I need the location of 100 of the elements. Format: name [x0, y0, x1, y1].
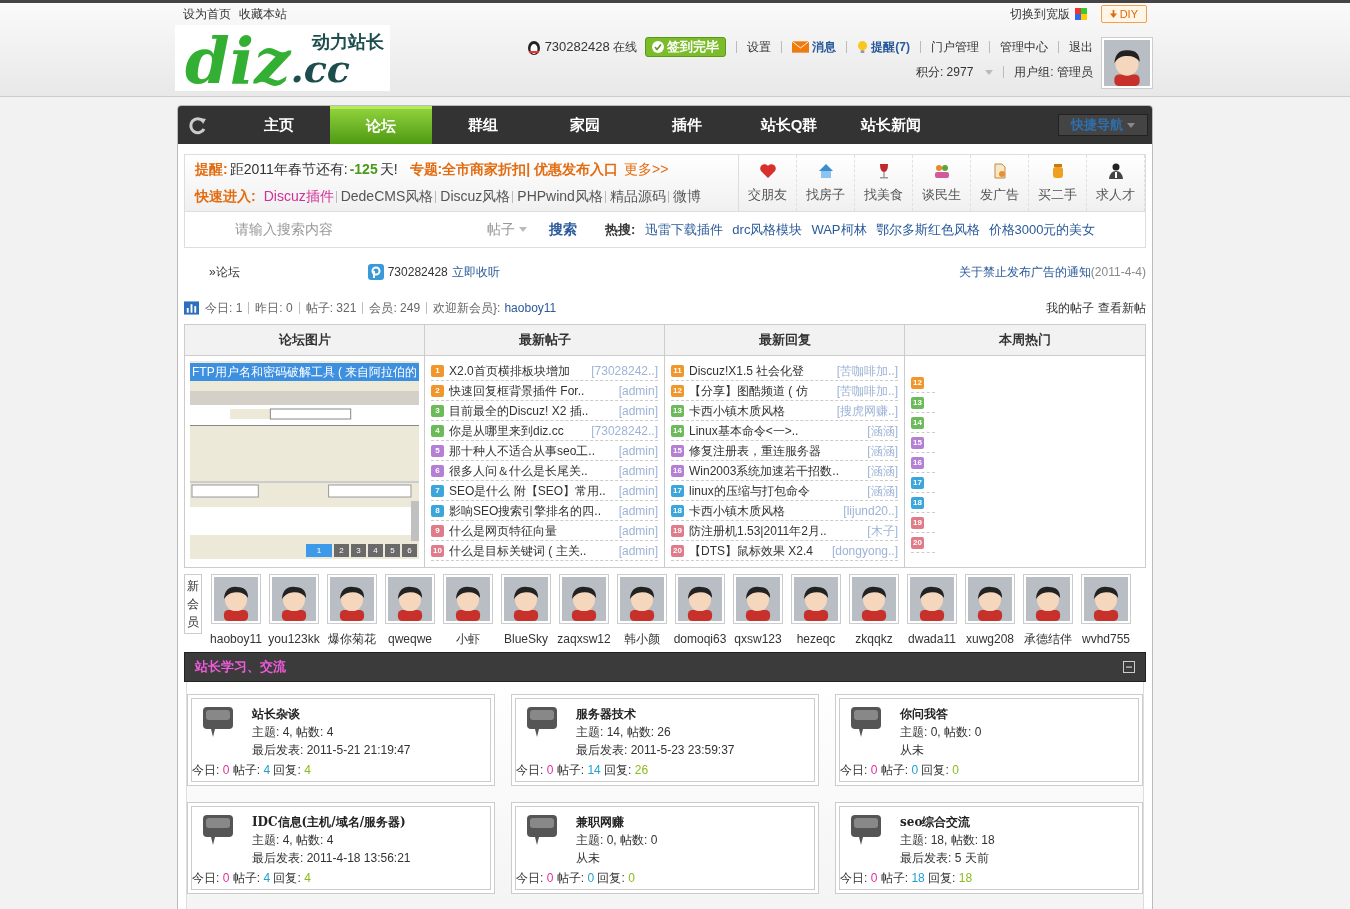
- my-posts-link[interactable]: 我的帖子: [1046, 299, 1094, 317]
- forum-title[interactable]: 服务器技术: [576, 705, 735, 723]
- quick-link[interactable]: DedeCMS风格: [340, 186, 434, 207]
- forum-counts: 主题: 4, 帖数: 4: [252, 832, 335, 849]
- post-link[interactable]: 修复注册表，重连服务器: [689, 441, 863, 460]
- member-link[interactable]: 承德结伴: [1024, 630, 1072, 648]
- post-link[interactable]: SEO是什么 附【SEO】常用..: [449, 481, 614, 500]
- replies-count: 18: [958, 871, 973, 885]
- announcement-link[interactable]: 关于禁止发布广告的通知: [958, 263, 1091, 281]
- hot-search-link[interactable]: drc风格模块: [732, 219, 803, 240]
- refresh-icon[interactable]: [188, 115, 208, 135]
- post-link[interactable]: 那十种人不适合从事seo工..: [449, 441, 614, 460]
- post-link[interactable]: 卡西小镇木质风格: [689, 501, 839, 520]
- member-link[interactable]: dwada11: [908, 630, 956, 648]
- post-link[interactable]: 【DTS】鼠标效果 X2.4: [689, 541, 827, 560]
- shortcut-link[interactable]: 交朋友: [739, 155, 797, 211]
- rank-badge: 20: [671, 544, 684, 557]
- shortcut-link[interactable]: 谈民生: [913, 155, 971, 211]
- member-link[interactable]: you123kk: [268, 630, 320, 648]
- post-link[interactable]: 什么是目标关键词 ( 主关..: [449, 541, 614, 560]
- member-link[interactable]: 韩小颜: [624, 630, 660, 648]
- post-link[interactable]: 防注册机1.53|2011年2月..: [689, 521, 863, 540]
- hot-search-link[interactable]: 迅雷下载插件: [645, 219, 724, 240]
- member-link[interactable]: BlueSky: [504, 630, 548, 648]
- member-link[interactable]: zkqqkz: [855, 630, 893, 648]
- nav-tab[interactable]: 插件: [636, 106, 738, 144]
- member-link[interactable]: xuwg208: [965, 630, 1014, 648]
- nav-tab[interactable]: 站长Q群: [738, 106, 840, 144]
- slide-page-button[interactable]: 5: [385, 544, 400, 557]
- shortcut-link[interactable]: 找美食: [855, 155, 913, 211]
- nav-tab[interactable]: 家园: [534, 106, 636, 144]
- member-link[interactable]: qxsw123: [734, 630, 782, 648]
- quick-link[interactable]: PHPwind风格: [517, 186, 603, 207]
- quick-link[interactable]: 精品源码: [609, 186, 666, 207]
- nav-tab[interactable]: 站长新闻: [840, 106, 942, 144]
- member-link[interactable]: qweqwe: [388, 630, 432, 648]
- member-link[interactable]: zaqxsw12: [557, 630, 611, 648]
- post-link[interactable]: Discuz!X1.5 社会化登: [689, 361, 832, 380]
- credits-text[interactable]: 积分: 2977: [915, 63, 974, 81]
- member-link[interactable]: 小虾: [456, 630, 480, 648]
- post-link[interactable]: 【分享】图酷频道 ( 仿: [689, 381, 832, 400]
- quick-link[interactable]: 微博: [672, 186, 701, 207]
- forum-title[interactable]: 兼职网赚: [576, 813, 658, 831]
- forum-title[interactable]: 你问我答: [900, 705, 982, 723]
- post-link[interactable]: Linux基本命令<一>..: [689, 421, 863, 440]
- post-link[interactable]: 快速回复框背景插件 For..: [449, 381, 614, 400]
- header-link[interactable]: 门户管理: [931, 38, 979, 56]
- header-link[interactable]: 设置: [747, 38, 772, 56]
- quick-link[interactable]: Discuz插件: [263, 186, 334, 207]
- post-link[interactable]: 卡西小镇木质风格: [689, 401, 832, 420]
- search-field[interactable]: 请输入搜索内容: [235, 219, 475, 240]
- wide-switch-link[interactable]: 切换到宽版: [1009, 5, 1070, 23]
- rank-badge: 17: [911, 476, 924, 489]
- nav-tab[interactable]: 群组: [432, 106, 534, 144]
- header-link[interactable]: 退出: [1069, 38, 1093, 56]
- slide-page-button[interactable]: 2: [334, 544, 349, 557]
- shortcut-link[interactable]: 发广告: [971, 155, 1029, 211]
- member-link[interactable]: wvhd755: [1081, 630, 1130, 648]
- shortcut-link[interactable]: 买二手: [1029, 155, 1087, 211]
- post-link[interactable]: 目前最全的Discuz! X2 插..: [449, 401, 614, 420]
- forum-title[interactable]: seo综合交流: [900, 813, 995, 831]
- top-link[interactable]: 设为首页: [183, 5, 231, 23]
- post-link[interactable]: 很多人问＆什么是长尾关..: [449, 461, 614, 480]
- rank-badge: 12: [671, 384, 684, 397]
- post-link[interactable]: Win2003系统加速若干招数..: [689, 461, 863, 480]
- shortcut-link[interactable]: 求人才: [1087, 155, 1145, 211]
- post-link[interactable]: 你是从哪里来到diz.cc: [449, 421, 587, 440]
- member-link[interactable]: domoqi63: [673, 630, 727, 648]
- nav-tab[interactable]: 主页: [228, 106, 330, 144]
- breadcrumb-link[interactable]: »论坛: [209, 263, 240, 281]
- top-link[interactable]: 收藏本站: [239, 5, 287, 23]
- quick-link[interactable]: Discuz风格: [440, 186, 511, 207]
- forum-title[interactable]: IDC信息(主机/域名/服务器): [252, 813, 411, 831]
- countdown-days: -125: [349, 159, 378, 180]
- member-link[interactable]: 爆你菊花: [328, 630, 376, 648]
- post-link[interactable]: linux的压缩与打包命令: [689, 481, 863, 500]
- member-link[interactable]: hezeqc: [796, 630, 836, 648]
- post-link[interactable]: 影响SEO搜索引擎排名的四..: [449, 501, 614, 520]
- header-link[interactable]: 提醒(7): [871, 38, 910, 56]
- post-link[interactable]: 什么是网页特征向量: [449, 521, 614, 540]
- forum-title[interactable]: 站长杂谈: [252, 705, 411, 723]
- hot-search-link[interactable]: 鄂尔多斯红色风格: [875, 219, 980, 240]
- today-count: 0: [870, 763, 878, 777]
- hot-search-link[interactable]: WAP柯林: [811, 219, 867, 240]
- slide-page-button[interactable]: 4: [368, 544, 383, 557]
- header-link[interactable]: 管理中心: [1000, 38, 1048, 56]
- post-link[interactable]: X2.0首页横排板块增加: [449, 361, 587, 380]
- listen-link[interactable]: 立即收听: [451, 263, 500, 281]
- member-link[interactable]: haoboy11: [210, 630, 262, 648]
- today-count: 0: [222, 871, 230, 885]
- search-button[interactable]: 搜索: [549, 219, 577, 240]
- slide-page-button[interactable]: 3: [351, 544, 366, 557]
- chart-icon: [184, 301, 199, 315]
- collapse-icon[interactable]: [1123, 661, 1135, 673]
- header-link[interactable]: 消息: [812, 38, 837, 56]
- shortcut-link[interactable]: 找房子: [797, 155, 855, 211]
- new-member-link[interactable]: haoboy11: [504, 299, 557, 317]
- hot-search-link[interactable]: 价格3000元的美女: [988, 219, 1096, 240]
- slide-page-button[interactable]: 6: [402, 544, 417, 557]
- new-posts-link[interactable]: 查看新帖: [1098, 299, 1146, 317]
